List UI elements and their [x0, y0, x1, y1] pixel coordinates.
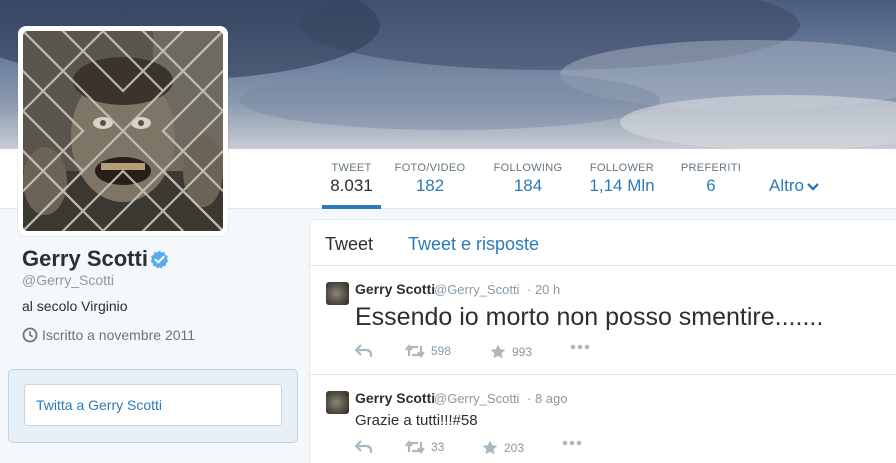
- more-dots-icon: [562, 440, 582, 446]
- star-icon: [490, 344, 506, 359]
- retweet-button[interactable]: 33: [405, 440, 444, 454]
- tweet-avatar[interactable]: [326, 282, 349, 305]
- profile-handle[interactable]: @Gerry_Scotti: [22, 272, 114, 288]
- tweet-to-box: Twitta a Gerry Scotti: [8, 369, 298, 443]
- retweet-button[interactable]: 598: [405, 344, 451, 358]
- timeline: Tweet Tweet e risposte Gerry Scotti @Ger…: [309, 219, 896, 463]
- retweet-icon: [405, 440, 425, 454]
- more-dropdown[interactable]: Altro: [769, 176, 820, 196]
- more-options-button[interactable]: [570, 344, 596, 350]
- star-icon: [482, 440, 498, 455]
- tweet-text: Essendo io morto non posso smentire.....…: [355, 303, 824, 331]
- tweet-timestamp[interactable]: · 20 h: [527, 282, 560, 297]
- stat-follower-value: 1,14 Mln: [589, 176, 655, 195]
- chevron-down-icon: [807, 182, 819, 191]
- stat-tweet[interactable]: TWEET 8.031: [322, 149, 381, 209]
- favorite-button[interactable]: 203: [482, 440, 524, 455]
- avatar-image: [23, 31, 223, 231]
- favorite-count: 993: [512, 344, 533, 359]
- reply-button[interactable]: [355, 440, 379, 454]
- more-dots-icon: [570, 344, 590, 350]
- tweet-to-input[interactable]: Twitta a Gerry Scotti: [24, 384, 282, 426]
- reply-icon: [355, 344, 373, 357]
- stat-tweet-label: TWEET: [331, 162, 372, 174]
- tweet-author-name[interactable]: Gerry Scotti: [355, 390, 435, 406]
- stat-photo-video-label: FOTO/VIDEO: [394, 162, 466, 174]
- stat-favorites-label: PREFERITI: [680, 162, 742, 174]
- tab-tweets-and-replies[interactable]: Tweet e risposte: [408, 234, 539, 255]
- tweet-timestamp[interactable]: · 8 ago: [527, 391, 567, 406]
- reply-icon: [355, 440, 373, 453]
- retweet-count: 598: [431, 344, 452, 358]
- stat-photo-video-value: 182: [415, 176, 445, 195]
- retweet-icon: [405, 344, 425, 358]
- stat-favorites-value: 6: [706, 176, 716, 195]
- profile-name[interactable]: Gerry Scotti: [22, 246, 148, 272]
- more-options-button[interactable]: [562, 440, 588, 446]
- stat-follower[interactable]: FOLLOWER 1,14 Mln: [587, 149, 657, 209]
- profile-bio: al secolo Virginio: [22, 298, 128, 314]
- stat-photo-video[interactable]: FOTO/VIDEO 182: [392, 149, 468, 209]
- verified-badge-icon: [150, 250, 169, 269]
- clock-icon: [22, 327, 38, 343]
- stat-following-value: 184: [513, 176, 543, 195]
- tweet-author-handle[interactable]: @Gerry_Scotti: [434, 391, 519, 406]
- stat-following-label: FOLLOWING: [493, 162, 563, 174]
- tweet-item[interactable]: Gerry Scotti @Gerry_Scotti · 20 h Essend…: [310, 267, 896, 375]
- tweet-avatar[interactable]: [326, 391, 349, 414]
- tweet-item[interactable]: Gerry Scotti @Gerry_Scotti · 8 ago Grazi…: [310, 376, 896, 463]
- favorite-count: 203: [504, 440, 525, 455]
- stat-favorites[interactable]: PREFERITI 6: [679, 149, 743, 209]
- more-label: Altro: [769, 176, 804, 195]
- joined-text: Iscritto a novembre 2011: [42, 327, 196, 343]
- stat-follower-label: FOLLOWER: [589, 162, 655, 174]
- favorite-button[interactable]: 993: [490, 344, 532, 359]
- timeline-tabs: Tweet Tweet e risposte: [310, 220, 896, 266]
- tweet-author-name[interactable]: Gerry Scotti: [355, 281, 435, 297]
- tweet-text: Grazie a tutti!!!#58: [355, 412, 478, 429]
- retweet-count: 33: [431, 440, 445, 454]
- profile-joined: Iscritto a novembre 2011: [22, 327, 195, 343]
- tweet-author-handle[interactable]: @Gerry_Scotti: [434, 282, 519, 297]
- stat-tweet-value: 8.031: [330, 176, 373, 195]
- stat-following[interactable]: FOLLOWING 184: [492, 149, 564, 209]
- reply-button[interactable]: [355, 344, 379, 358]
- tab-tweets[interactable]: Tweet: [325, 234, 373, 255]
- profile-avatar[interactable]: [18, 26, 228, 236]
